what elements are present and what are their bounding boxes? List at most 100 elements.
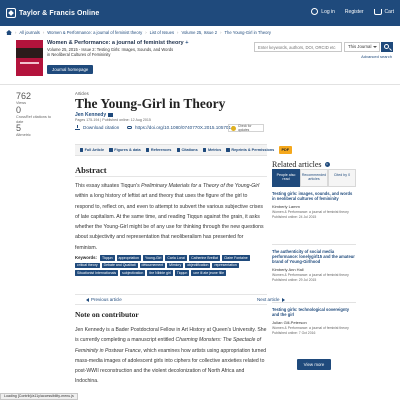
keyword-tag[interactable]: Young-Girl [142,255,164,261]
tab-full-article[interactable]: Full Article [77,148,107,152]
tab-references[interactable]: References [143,148,174,152]
bar-chart-icon [202,148,207,152]
search-scope-select[interactable]: This Journal [344,42,380,52]
keywords: Keywords: Tiqqun appropriation Young-Gir… [75,255,267,276]
breadcrumb-item[interactable]: List of Issues [150,30,174,35]
journal-cover-image[interactable] [16,40,43,76]
breadcrumb-item[interactable]: Women & Performance: a journal of femini… [47,30,142,35]
image-icon [109,148,113,152]
cart-link[interactable]: Cart [373,8,394,15]
divider [272,302,356,303]
search-icon [384,44,389,49]
issue-info[interactable]: Volume 25, 2015 - Issue 2: Testing Girls… [47,47,177,57]
cart-icon [373,8,382,15]
article-title: The Young-Girl in Theory [75,96,226,111]
note-text: Jen Kennedy is a Bader Postdoctoral Fell… [75,327,267,385]
keyword-tag[interactable]: Situationist Internationals [75,270,119,276]
top-bar: Taylor & Francis Online Log in Register … [0,0,400,26]
view-more-button[interactable]: View more [297,359,331,370]
keyword-tag[interactable]: Debate and Qualitati [101,262,138,269]
tab-people-also-read[interactable]: People also read [272,169,300,187]
crossmark-icon [231,125,236,131]
note-heading: Note on contributor [75,310,139,319]
divider [272,244,356,245]
info-icon[interactable]: i [324,162,330,167]
divider [75,294,267,295]
keyword-tag[interactable]: Claire Fontaine [221,255,250,261]
login-link[interactable]: Log in [311,8,335,15]
keyword-tag[interactable]: Tiqqun [174,270,190,276]
metric-citations[interactable]: 0 CrossRef citations to date [16,105,56,124]
breadcrumb-item[interactable]: Volume 25, Issue 2 [181,30,217,35]
tab-citations[interactable]: Citations [174,148,200,152]
related-article-title[interactable]: Testing girls: technological sovereignty… [272,307,356,317]
metric-views: 762 Views [16,91,32,105]
related-articles-heading: Related articles i [272,160,330,169]
tab-metrics[interactable]: Metrics [200,148,223,152]
tab-figures-data[interactable]: Figures & data [107,148,144,152]
download-icon [75,125,80,130]
divider [0,84,400,85]
crossmark-button[interactable]: Check for updates [228,124,264,132]
previous-article-link[interactable]: Previous article [86,297,122,302]
breadcrumb-current: The Young-Girl in Theory [224,30,271,35]
follow-plus-icon[interactable]: + [185,40,188,46]
keyword-tag[interactable]: Catherine Breillat [189,255,220,261]
search-button[interactable] [381,42,393,52]
keyword-tag[interactable]: détournement [139,262,166,269]
keyword-tag[interactable]: une ili ate jeune fille [191,270,227,276]
chevron-left-icon [86,297,89,302]
advanced-search-link[interactable]: Advanced search [361,54,392,59]
site-logo[interactable]: Taylor & Francis Online [6,8,99,18]
related-article-title[interactable]: The authenticity of social media perform… [272,249,356,264]
metric-altmetric[interactable]: 5 Altmetric [16,123,56,138]
journal-homepage-button[interactable]: Journal homepage [47,65,94,74]
keyword-tag[interactable]: Mimicry [167,262,184,269]
register-link[interactable]: Register [345,9,364,15]
tandf-logo-icon [6,8,16,18]
site-logo-text: Taylor & Francis Online [19,9,100,17]
article-tabs: Full Article Figures & data References C… [75,144,292,156]
related-article-item: Testing girls: images, sounds, and words… [272,191,356,219]
keyword-tag[interactable]: the Nibble girl [147,270,173,276]
related-article-date: Published online: 7 Oct 2016 [272,331,316,336]
tab-recommended-articles[interactable]: Recommended articles [300,169,328,187]
related-article-date: Published online: 29 Jul 2015 [272,278,317,283]
references-icon [145,148,150,152]
tab-cited-by[interactable]: Cited by 0 [328,169,356,187]
download-citation-link[interactable]: Download citation [75,125,119,130]
search-input[interactable] [254,42,342,52]
related-article-author: Julian Gill-Peterson [272,320,307,325]
keyword-tag[interactable]: critical theory [75,262,100,269]
keyword-tag[interactable]: appropriation [116,255,141,261]
related-article-author: Kimberly Ann Hall [272,267,304,272]
keywords-label: Keywords: [75,255,97,261]
keyword-tag[interactable]: Carla Lonzi [165,255,188,261]
breadcrumb: › All journals › Women & Performance: a … [6,30,271,35]
related-article-title[interactable]: Testing girls: images, sounds, and words… [272,191,356,201]
pdf-button[interactable]: PDF [278,146,292,154]
email-icon[interactable] [108,113,114,117]
home-icon[interactable] [6,30,12,35]
related-article-item: The authenticity of social media perform… [272,249,356,282]
link-icon [127,126,132,129]
chevron-down-icon [373,46,377,48]
keyword-tag[interactable]: objectification [185,262,211,269]
document-icon [79,148,84,152]
doi-link[interactable]: https://doi.org/10.1080/0740770X.2015.10… [127,125,234,130]
related-article-date: Published online: 24 Jul 2015 [272,215,317,220]
keyword-tag[interactable]: representation [212,262,239,269]
related-article-item: Testing girls: technological sovereignty… [272,307,356,335]
user-icon [311,8,319,15]
related-article-journal: Women & Performance: a journal of femini… [272,273,349,277]
related-tabs: People also read Recommended articles Ci… [272,169,356,187]
abstract-text: This essay situates Tiqqun's Preliminary… [75,183,264,251]
keyword-tag[interactable]: Tiqqun [99,255,115,261]
tab-reprints-permissions[interactable]: Reprints & Permissions [224,148,277,152]
breadcrumb-item[interactable]: All journals [19,30,39,35]
browser-status-bar: Loading [Contrib]/a11y/accessibility-men… [0,393,78,400]
keyword-tag[interactable]: subjectivation [120,270,146,276]
journal-title[interactable]: Women & Performance: a journal of femini… [47,40,189,46]
account-actions: Log in Register Cart [311,8,394,15]
abstract-heading: Abstract [75,165,107,175]
